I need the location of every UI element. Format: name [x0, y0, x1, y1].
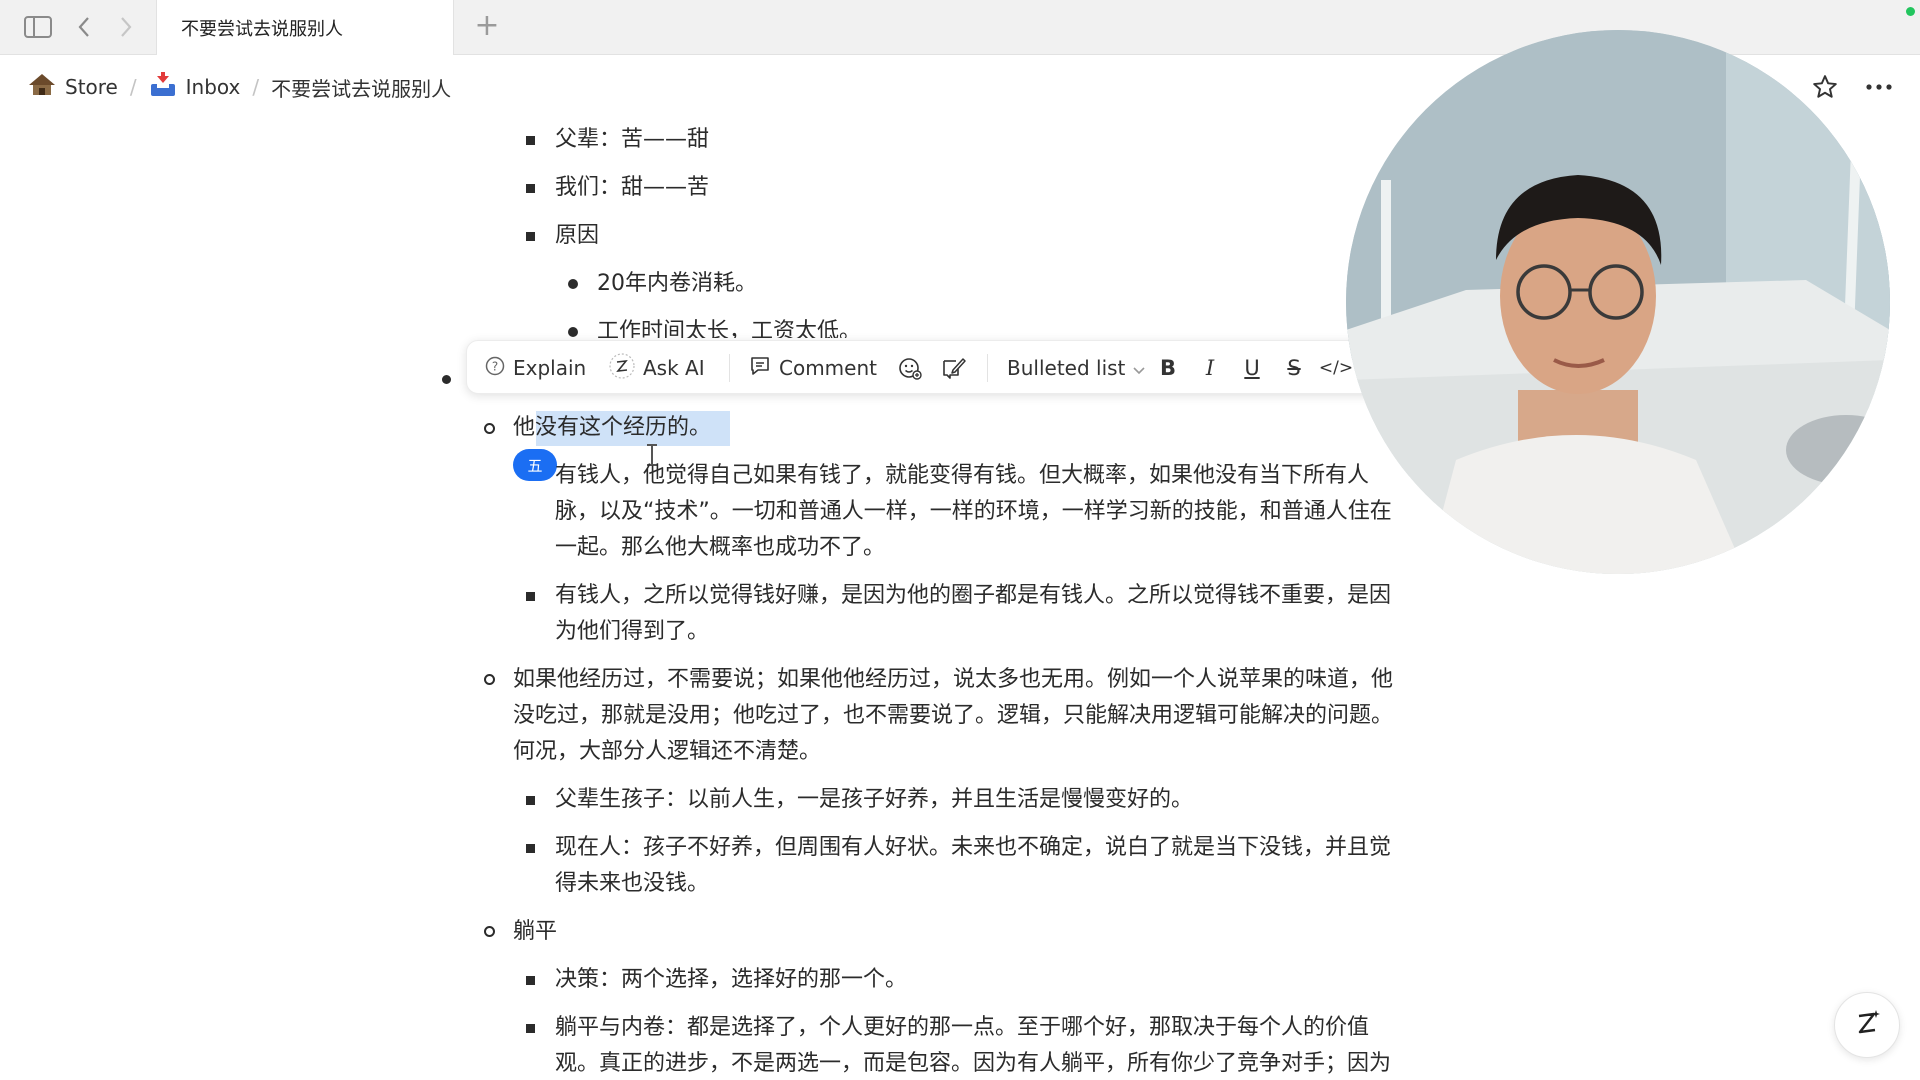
comment-label: Comment	[779, 356, 877, 380]
ai-assistant-button[interactable]	[1834, 992, 1900, 1058]
list-item[interactable]: 父辈：苦——甜	[555, 122, 709, 158]
bullet-square-icon	[526, 592, 535, 601]
ai-sparkle-icon	[1850, 1006, 1884, 1044]
list-item-continued[interactable]: 没吃过，那就是没用；他吃过了，也不需要说了。逻辑，只能解决用逻辑可能解决的问题。	[513, 698, 1393, 734]
bullet-dot-icon	[568, 279, 578, 289]
list-item[interactable]: 有钱人，他觉得自己如果有钱了，就能变得有钱。但大概率，如果他没有当下所有人	[555, 458, 1369, 494]
list-item-continued[interactable]: 得未来也没钱。	[555, 866, 709, 902]
bullet-circle-icon	[484, 926, 495, 937]
toolbar-divider	[729, 354, 730, 382]
list-item[interactable]: 工作时间太长，工资太低。	[597, 314, 861, 338]
bullet-circle-icon	[484, 423, 495, 434]
list-item[interactable]: 我们：甜——苦	[555, 170, 709, 206]
format-toolbar: ? Explain Ask AI Comment Bulleted list B…	[466, 340, 1386, 394]
toolbar-divider	[987, 354, 988, 382]
list-item[interactable]: 父辈生孩子：以前人生，一是孩子好养，并且生活是慢慢变好的。	[555, 782, 1193, 818]
list-item[interactable]: 原因	[555, 218, 599, 254]
list-item[interactable]: 20年内卷消耗。	[597, 266, 757, 302]
bullet-square-icon	[526, 976, 535, 985]
add-reaction-icon[interactable]	[895, 353, 925, 383]
annotate-pen-icon[interactable]	[939, 353, 969, 383]
inline-code-button[interactable]: </>	[1319, 353, 1353, 383]
ask-ai-label: Ask AI	[643, 356, 705, 380]
webcam-overlay	[1346, 30, 1890, 574]
bold-button[interactable]: B	[1153, 353, 1183, 383]
webcam-video-image	[1346, 30, 1890, 574]
list-item-continued[interactable]: 为他们得到了。	[555, 614, 709, 650]
explain-button[interactable]: ? Explain	[485, 341, 586, 395]
ai-sparkle-icon	[609, 352, 635, 384]
underline-button[interactable]: U	[1237, 353, 1267, 383]
list-item[interactable]: 如果他经历过，不需要说；如果他他经历过，说太多也无用。例如一个人说苹果的味道，他	[513, 662, 1393, 698]
block-handle-dot[interactable]	[442, 375, 451, 384]
bullet-circle-icon	[484, 674, 495, 685]
list-item-continued[interactable]: 脉，以及“技术”。一切和普通人一样，一样的环境，一样学习新的技能，和普通人住在	[555, 494, 1392, 530]
list-item[interactable]: 躺平与内卷：都是选择了，个人更好的那一点。至于哪个好，那取决于每个人的价值	[555, 1010, 1369, 1046]
svg-text:?: ?	[492, 359, 498, 373]
strikethrough-button[interactable]: S	[1279, 353, 1309, 383]
list-item[interactable]: 决策：两个选择，选择好的那一个。	[555, 962, 907, 998]
comment-icon	[749, 355, 771, 382]
list-item-continued[interactable]: 一起。那么他大概率也成功不了。	[555, 530, 885, 566]
comment-button[interactable]: Comment	[749, 341, 877, 395]
ime-indicator-badge: 五	[513, 449, 557, 481]
list-item-continued[interactable]: 何况，大部分人逻辑还不清楚。	[513, 734, 821, 770]
list-item-selected[interactable]: 他没有这个经历的。	[513, 410, 711, 446]
block-type-dropdown[interactable]: Bulleted list	[1007, 341, 1145, 395]
bullet-square-icon	[526, 796, 535, 805]
help-circle-icon: ?	[485, 356, 505, 381]
block-type-label: Bulleted list	[1007, 356, 1126, 380]
bullet-square-icon	[526, 136, 535, 145]
italic-button[interactable]: I	[1195, 353, 1225, 383]
bullet-square-icon	[526, 184, 535, 193]
explain-label: Explain	[513, 356, 587, 380]
bullet-dot-icon	[568, 327, 578, 337]
ask-ai-button[interactable]: Ask AI	[609, 341, 705, 395]
bullet-square-icon	[526, 1024, 535, 1033]
list-item[interactable]: 躺平	[513, 914, 557, 950]
bullet-square-icon	[526, 844, 535, 853]
list-item[interactable]: 有钱人，之所以觉得钱好赚，是因为他的圈子都是有钱人。之所以觉得钱不重要，是因	[555, 578, 1391, 614]
chevron-down-icon	[1133, 356, 1145, 380]
bullet-square-icon	[526, 232, 535, 241]
list-item[interactable]: 现在人：孩子不好养，但周围有人好状。未来也不确定，说白了就是当下没钱，并且觉	[555, 830, 1391, 866]
list-item-continued[interactable]: 观。真正的进步，不是两选一，而是包容。因为有人躺平，所有你少了竞争对手；因为	[555, 1046, 1391, 1080]
